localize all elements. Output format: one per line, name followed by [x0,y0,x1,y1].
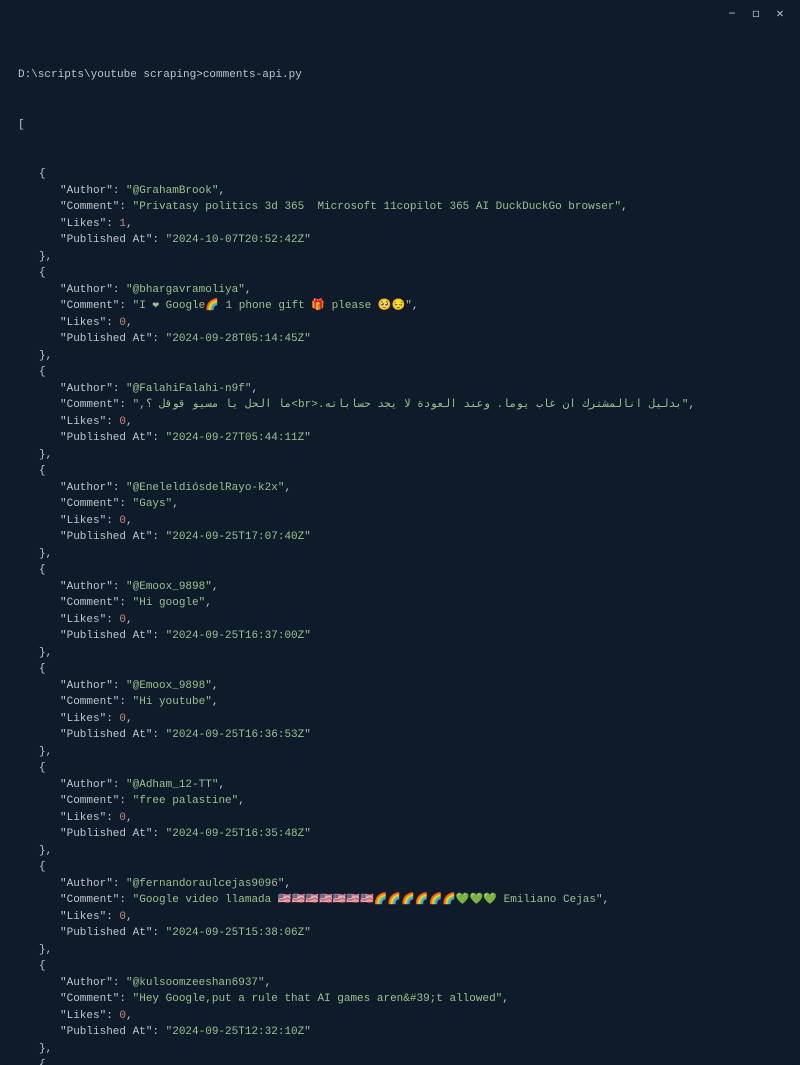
json-object: {"Author": "@Adham_12-TT","Comment": "fr… [18,760,782,859]
likes-row: "Likes": 0, [60,513,782,530]
object-close: }, [39,1041,782,1058]
json-object: {"Author": "@fernandoraulcejas9096","Com… [18,859,782,958]
terminal-window: − ◻ ✕ D:\scripts\youtube scraping>commen… [0,0,800,1065]
comment-row: "Comment": "free palastine", [60,793,782,810]
published-row: "Published At": "2024-09-25T17:07:40Z" [60,529,782,546]
comment-row: "Comment": "Gays", [60,496,782,513]
close-button[interactable]: ✕ [768,0,792,28]
command-prompt: D:\scripts\youtube scraping>comments-api… [18,67,782,84]
comment-row: "Comment": "Hi youtube", [60,694,782,711]
object-open: { [39,661,782,678]
comment-row: "Comment": "Privatasy politics 3d 365 Mi… [60,199,782,216]
object-close: }, [39,546,782,563]
json-object: {"Author": "@Emoox_9898","Comment": "Hi … [18,562,782,661]
author-row: "Author": "@GrahamBrook", [60,183,782,200]
maximize-button[interactable]: ◻ [744,0,768,28]
json-object: {"Author": "@FalahiFalahi-n9f","Comment"… [18,364,782,463]
comment-row: "Comment": ",ما الحل يا مسيو قوقل ؟<br>.… [60,397,782,414]
object-open: { [39,1057,782,1065]
author-row: "Author": "@EneleldiósdelRayo-k2x", [60,480,782,497]
likes-row: "Likes": 0, [60,612,782,629]
comment-row: "Comment": "I ❤ Google🌈 1 phone gift 🎁 p… [60,298,782,315]
json-object: {"Author": "@bhargavramoliya","Comment":… [18,265,782,364]
likes-row: "Likes": 1, [60,216,782,233]
likes-row: "Likes": 0, [60,711,782,728]
object-open: { [39,958,782,975]
author-row: "Author": "@bhargavramoliya", [60,282,782,299]
author-row: "Author": "@Adham_12-TT", [60,777,782,794]
json-array-open: [ [18,117,782,134]
likes-row: "Likes": 0, [60,1008,782,1025]
published-row: "Published At": "2024-09-25T15:38:06Z" [60,925,782,942]
likes-row: "Likes": 0, [60,810,782,827]
published-row: "Published At": "2024-09-25T12:32:10Z" [60,1024,782,1041]
author-row: "Author": "@FalahiFalahi-n9f", [60,381,782,398]
object-close: }, [39,348,782,365]
object-open: { [39,859,782,876]
json-object: {"Author": "@GrahamBrook","Comment": "Pr… [18,166,782,265]
object-close: }, [39,843,782,860]
likes-row: "Likes": 0, [60,909,782,926]
object-open: { [39,463,782,480]
author-row: "Author": "@fernandoraulcejas9096", [60,876,782,893]
object-open: { [39,760,782,777]
published-row: "Published At": "2024-09-25T16:37:00Z" [60,628,782,645]
object-close: }, [39,249,782,266]
object-close: }, [39,942,782,959]
object-open: { [39,364,782,381]
json-object: {"Author": "@kulsoomzeeshan6937","Commen… [18,958,782,1057]
minimize-button[interactable]: − [720,0,744,28]
published-row: "Published At": "2024-09-25T16:35:48Z" [60,826,782,843]
object-close: }, [39,744,782,761]
comment-row: "Comment": "Hi google", [60,595,782,612]
object-open: { [39,265,782,282]
comment-row: "Comment": "Hey Google,put a rule that A… [60,991,782,1008]
json-object: {"Author": "@Emoox_9898","Comment": "Hi … [18,661,782,760]
author-row: "Author": "@Emoox_9898", [60,678,782,695]
object-close: }, [39,645,782,662]
object-open: { [39,166,782,183]
titlebar: − ◻ ✕ [0,0,800,28]
published-row: "Published At": "2024-09-28T05:14:45Z" [60,331,782,348]
author-row: "Author": "@Emoox_9898", [60,579,782,596]
json-object: {"Author": "@Mayonnaise_77","Comment": "… [18,1057,782,1065]
terminal-output[interactable]: D:\scripts\youtube scraping>comments-api… [0,28,800,1065]
author-row: "Author": "@kulsoomzeeshan6937", [60,975,782,992]
published-row: "Published At": "2024-09-25T16:36:53Z" [60,727,782,744]
comment-row: "Comment": "Google video llamada 🇺🇸🇺🇸🇺🇸🇺… [60,892,782,909]
published-row: "Published At": "2024-10-07T20:52:42Z" [60,232,782,249]
likes-row: "Likes": 0, [60,414,782,431]
likes-row: "Likes": 0, [60,315,782,332]
object-close: }, [39,447,782,464]
object-open: { [39,562,782,579]
published-row: "Published At": "2024-09-27T05:44:11Z" [60,430,782,447]
json-object: {"Author": "@EneleldiósdelRayo-k2x","Com… [18,463,782,562]
